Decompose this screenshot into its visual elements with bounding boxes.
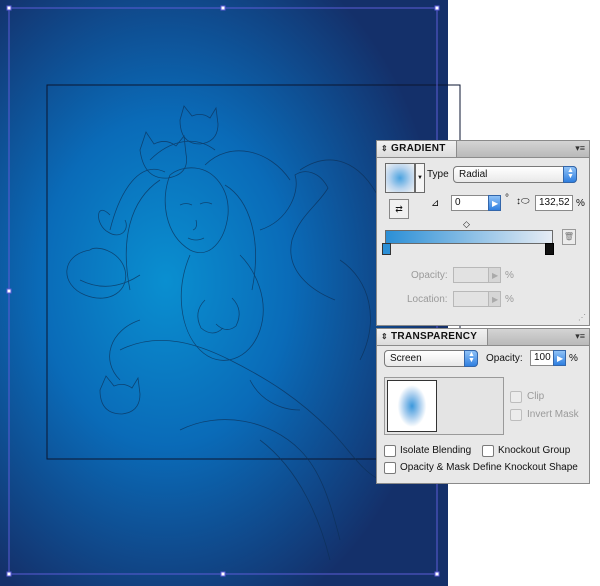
- swatch-dropdown-button[interactable]: ▼: [415, 163, 425, 193]
- transparency-opacity-label: Opacity:: [486, 353, 523, 364]
- gradient-ramp[interactable]: [385, 230, 553, 244]
- isolate-blending-checkbox[interactable]: [384, 445, 396, 457]
- transparency-opacity-unit: %: [569, 353, 578, 364]
- knockout-group-label: Knockout Group: [498, 445, 571, 456]
- stop-location-dropdown[interactable]: ▶: [488, 291, 501, 307]
- stop-opacity-unit: %: [505, 270, 514, 281]
- gradient-midpoint-diamond[interactable]: ◇: [463, 219, 470, 230]
- angle-field[interactable]: 0: [451, 195, 489, 211]
- blend-mode-arrows: ▲ ▼: [464, 350, 478, 367]
- tab-gradient[interactable]: ⇕ GRADIENT: [377, 141, 457, 157]
- stop-opacity-field[interactable]: [453, 267, 489, 283]
- invert-mask-checkbox[interactable]: [510, 409, 522, 421]
- collapse-arrows-icon: ⇕: [381, 144, 389, 153]
- angle-icon: ⊿: [431, 198, 440, 209]
- type-select-arrows: ▲ ▼: [563, 166, 577, 183]
- stop-location-label: Location:: [407, 294, 448, 305]
- gradient-panel: ⇕ GRADIENT ▾≡ ▼ Type Radial ▲ ▼ ⇄ ⊿ 0 ▶ ° …: [376, 140, 590, 326]
- degree-symbol: °: [505, 193, 509, 204]
- aspect-ratio-icon: ↕⬭: [516, 196, 530, 207]
- tab-transparency[interactable]: ⇕ TRANSPARENCY: [377, 329, 489, 345]
- collapse-arrows-icon: ⇕: [381, 332, 389, 341]
- transparency-panel: ⇕ TRANSPARENCY ▾≡ Screen ▲ ▼ Opacity: 100 …: [376, 328, 590, 484]
- angle-dropdown-button[interactable]: ▶: [488, 195, 501, 211]
- color-stop-end[interactable]: [545, 243, 554, 255]
- object-thumbnail[interactable]: [387, 380, 437, 432]
- transparency-opacity-dropdown[interactable]: ▶: [553, 350, 566, 366]
- blend-mode-select[interactable]: Screen ▲ ▼: [384, 350, 478, 367]
- gradient-swatch[interactable]: [385, 163, 415, 193]
- stop-location-unit: %: [505, 294, 514, 305]
- color-stop-start[interactable]: [382, 243, 391, 255]
- resize-grip-icon[interactable]: ⋰: [578, 313, 586, 322]
- transparency-panel-tabbar: ⇕ TRANSPARENCY ▾≡: [377, 329, 589, 346]
- stop-opacity-dropdown[interactable]: ▶: [488, 267, 501, 283]
- panel-menu-icon[interactable]: ▾≡: [575, 331, 585, 342]
- transparency-opacity-field[interactable]: 100: [530, 350, 554, 366]
- gradient-panel-tabbar: ⇕ GRADIENT ▾≡: [377, 141, 589, 158]
- isolate-blending-label: Isolate Blending: [400, 445, 472, 456]
- type-label: Type: [427, 169, 449, 180]
- stop-opacity-label: Opacity:: [411, 270, 448, 281]
- delete-stop-icon[interactable]: 🗑: [562, 229, 576, 245]
- aspect-ratio-field[interactable]: 132,52: [535, 195, 573, 211]
- knockout-group-checkbox[interactable]: [482, 445, 494, 457]
- opacity-mask-knockout-checkbox[interactable]: [384, 462, 396, 474]
- opacity-mask-knockout-label: Opacity & Mask Define Knockout Shape: [400, 462, 578, 473]
- reverse-gradient-button[interactable]: ⇄: [389, 199, 409, 219]
- clip-checkbox[interactable]: [510, 391, 522, 403]
- clip-label: Clip: [527, 391, 545, 402]
- panel-menu-icon[interactable]: ▾≡: [575, 143, 585, 154]
- stop-location-field[interactable]: [453, 291, 489, 307]
- invert-mask-label: Invert Mask: [527, 409, 579, 420]
- aspect-unit: %: [576, 198, 585, 209]
- type-select[interactable]: Radial ▲ ▼: [453, 166, 577, 183]
